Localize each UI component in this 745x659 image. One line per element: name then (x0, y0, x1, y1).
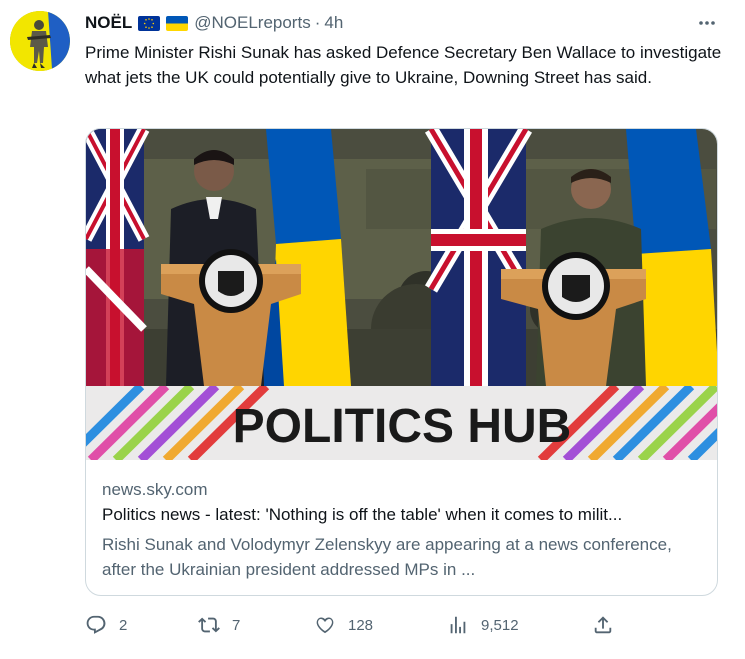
like-button[interactable]: 128 (314, 610, 373, 640)
reply-count: 2 (119, 616, 128, 634)
tweet[interactable]: NOËL @NOELreports · 4h Prime Minister Ri… (0, 0, 745, 659)
display-name[interactable]: NOËL (85, 13, 132, 33)
tweet-actions: 2 7 128 9,512 (85, 610, 625, 640)
like-count: 128 (348, 616, 374, 634)
retweet-button[interactable]: 7 (198, 610, 240, 640)
share-icon (594, 616, 612, 634)
reply-icon (86, 615, 106, 634)
card-domain: news.sky.com (102, 480, 208, 499)
heart-icon (316, 617, 334, 634)
share-button[interactable] (592, 610, 614, 640)
link-preview-card[interactable]: POLITICS HUB news.sky.com Politics news … (85, 128, 718, 596)
card-image: POLITICS HUB (86, 129, 717, 460)
analytics-icon (450, 616, 466, 634)
tweet-header: NOËL @NOELreports · 4h (85, 12, 343, 34)
avatar-soldier-image (10, 11, 70, 71)
user-handle[interactable]: @NOELreports (194, 13, 310, 33)
ukraine-flag-icon (166, 15, 189, 31)
card-description: Rishi Sunak and Volodymyr Zelenskyy are … (102, 535, 672, 579)
views-count: 9,512 (481, 616, 519, 634)
avatar[interactable] (10, 11, 70, 71)
timestamp[interactable]: 4h (324, 13, 343, 33)
retweet-icon (198, 617, 220, 633)
reply-button[interactable]: 2 (85, 610, 127, 640)
card-banner-text: POLITICS HUB (233, 400, 572, 453)
separator-dot: · (314, 13, 321, 32)
retweet-count: 7 (232, 616, 241, 634)
eu-flag-icon (138, 15, 161, 31)
more-horizontal-icon (699, 21, 715, 25)
tweet-text: Prime Minister Rishi Sunak has asked Def… (85, 43, 722, 87)
more-options-button[interactable] (694, 10, 720, 36)
card-title: Politics news - latest: 'Nothing is off … (102, 505, 623, 524)
views-button[interactable]: 9,512 (447, 610, 519, 640)
